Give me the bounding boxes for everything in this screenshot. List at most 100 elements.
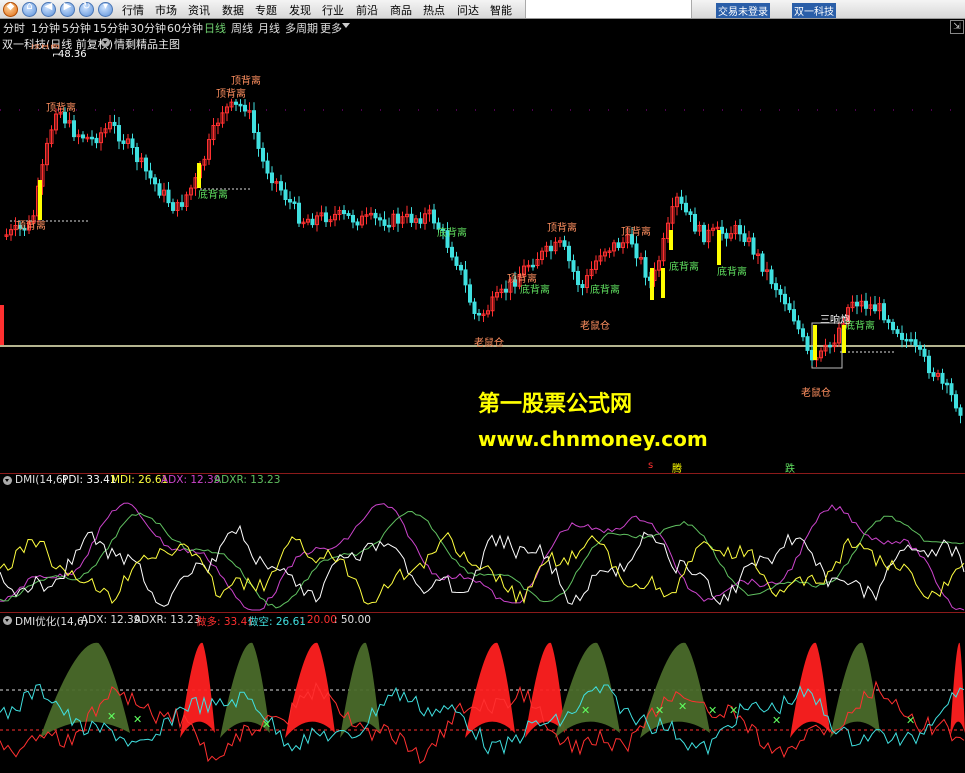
candle-body [864,300,868,309]
menu-topic[interactable]: 专题 [255,2,277,18]
candle-body [288,199,292,203]
bottom-divergence-label: 底背离 [437,228,467,239]
menu-market[interactable]: 市场 [155,2,177,18]
cross-signal-marker: ✕ [107,710,116,723]
candle-body [792,309,796,322]
candle-body [310,218,315,226]
candle-body [324,212,328,223]
menu-data[interactable]: 数据 [222,2,244,18]
chart-menu-icon[interactable] [101,38,110,47]
menu-wenda[interactable]: 问达 [457,2,479,18]
top-divergence-label: 顶背离 [16,221,46,232]
candle-body [117,125,121,142]
candle-body [256,131,261,149]
candle-body [283,189,288,201]
candle-body [346,213,351,216]
candle-body [895,329,900,334]
dmi-opt-short-value: 做空: 26.61 [248,616,306,628]
dmi-adx-value: ADX: 12.39 [161,474,221,486]
dropdown-icon[interactable]: ▾ [98,1,113,17]
candle-body [918,345,922,350]
period-more[interactable]: 更多 [320,20,342,36]
forward-icon[interactable]: ▶ [60,1,75,17]
period-daily[interactable]: 日线 [204,20,226,36]
candle-body [801,328,805,338]
menu-commodity[interactable]: 商品 [390,2,412,18]
home-icon[interactable]: ⌂ [22,1,37,17]
candle-body [882,303,886,321]
trend-ribbon [830,642,880,738]
menu-frontier[interactable]: 前沿 [356,2,378,18]
period-weekly[interactable]: 周线 [231,20,253,36]
candle-body [157,183,162,196]
candle-body [418,218,423,224]
more-dropdown-icon[interactable] [342,23,350,28]
candle-body [738,225,742,235]
dmi-indicator-chart[interactable] [0,487,965,612]
candle-body [130,138,135,149]
dmi-name[interactable]: DMI(14,6) [15,474,67,486]
current-stock-tab[interactable]: 双一科技 [792,3,836,18]
app-logo-icon[interactable]: ◆ [3,1,18,17]
candle-body [171,202,175,211]
search-box[interactable] [525,0,692,18]
candle-body [432,209,436,224]
high-price-label: 48.36 [58,49,87,60]
candle-body [252,110,256,133]
period-multi[interactable]: 多周期 [285,20,318,36]
trend-ribbon [950,642,965,738]
cross-signal-marker: ✕ [678,700,687,713]
s-signal-label: s [648,460,654,471]
candle-body [958,407,963,416]
insider-position-label: 老鼠仓 [474,338,504,349]
candle-body [472,301,477,314]
menu-hotspot[interactable]: 热点 [423,2,445,18]
signal-bar [38,180,42,220]
menu-discover[interactable]: 发现 [289,2,311,18]
dmi-optimized-chart[interactable]: ✕ ✕ ✕ ✕ ✕ ✕ ✕ ✕ ✕ ✕ [0,628,965,773]
signal-bar [197,163,201,188]
menu-market-quote[interactable]: 行情 [122,2,144,18]
candle-body [378,217,382,221]
dmi-opt-name[interactable]: DMI优化(14,6) [15,614,88,629]
dmi-opt-adx-value: ADX: 12.39 [81,614,141,626]
dmi-opt-level20: : 20.00 [300,614,337,626]
dmi-opt-level50: : 50.00 [334,614,371,626]
candle-body [180,202,184,207]
insider-position-label: 老鼠仓 [801,388,831,399]
sanxiang-signal-label: 三响炮 [820,315,850,326]
period-30min[interactable]: 30分钟 [130,20,166,36]
menu-smart[interactable]: 智能 [490,2,512,18]
candle-body [148,170,153,179]
candle-body [724,232,729,239]
period-monthly[interactable]: 月线 [258,20,280,36]
period-15min[interactable]: 15分钟 [93,20,129,36]
period-fenshi[interactable]: 分时 [3,20,25,36]
refresh-icon[interactable]: ↻ [79,1,94,17]
back-icon[interactable]: ◀ [41,1,56,17]
panel-toggle-icon[interactable]: ⇲ [950,20,964,34]
trade-login-status[interactable]: 交易未登录 [716,3,770,18]
menu-industry[interactable]: 行业 [322,2,344,18]
period-5min[interactable]: 5分钟 [62,20,91,36]
period-1min[interactable]: 1分钟 [31,20,60,36]
indicator-menu-icon[interactable] [3,476,12,485]
candle-body [351,214,355,223]
candle-body [121,140,126,144]
candle-body [796,320,801,330]
candle-body [112,121,117,127]
indicator-menu-icon[interactable] [3,616,12,625]
candle-body [459,264,463,271]
period-60min[interactable]: 60分钟 [167,20,203,36]
menu-news[interactable]: 资讯 [188,2,210,18]
candle-body [954,394,958,409]
candle-body [751,237,756,255]
high-price-marker: ⌐ [52,50,61,61]
signal-bar [813,325,817,360]
bottom-divergence-label: 底背离 [717,267,747,278]
candle-body [702,224,706,243]
top-nav-bar: ◆ ⌂ ◀ ▶ ↻ ▾ 行情 市场 资讯 数据 专题 发现 行业 前沿 商品 热… [0,0,965,19]
top-divergence-label: 顶背离 [547,223,577,234]
top-divergence-label: 顶背离 [216,89,246,100]
candle-body [783,293,787,305]
